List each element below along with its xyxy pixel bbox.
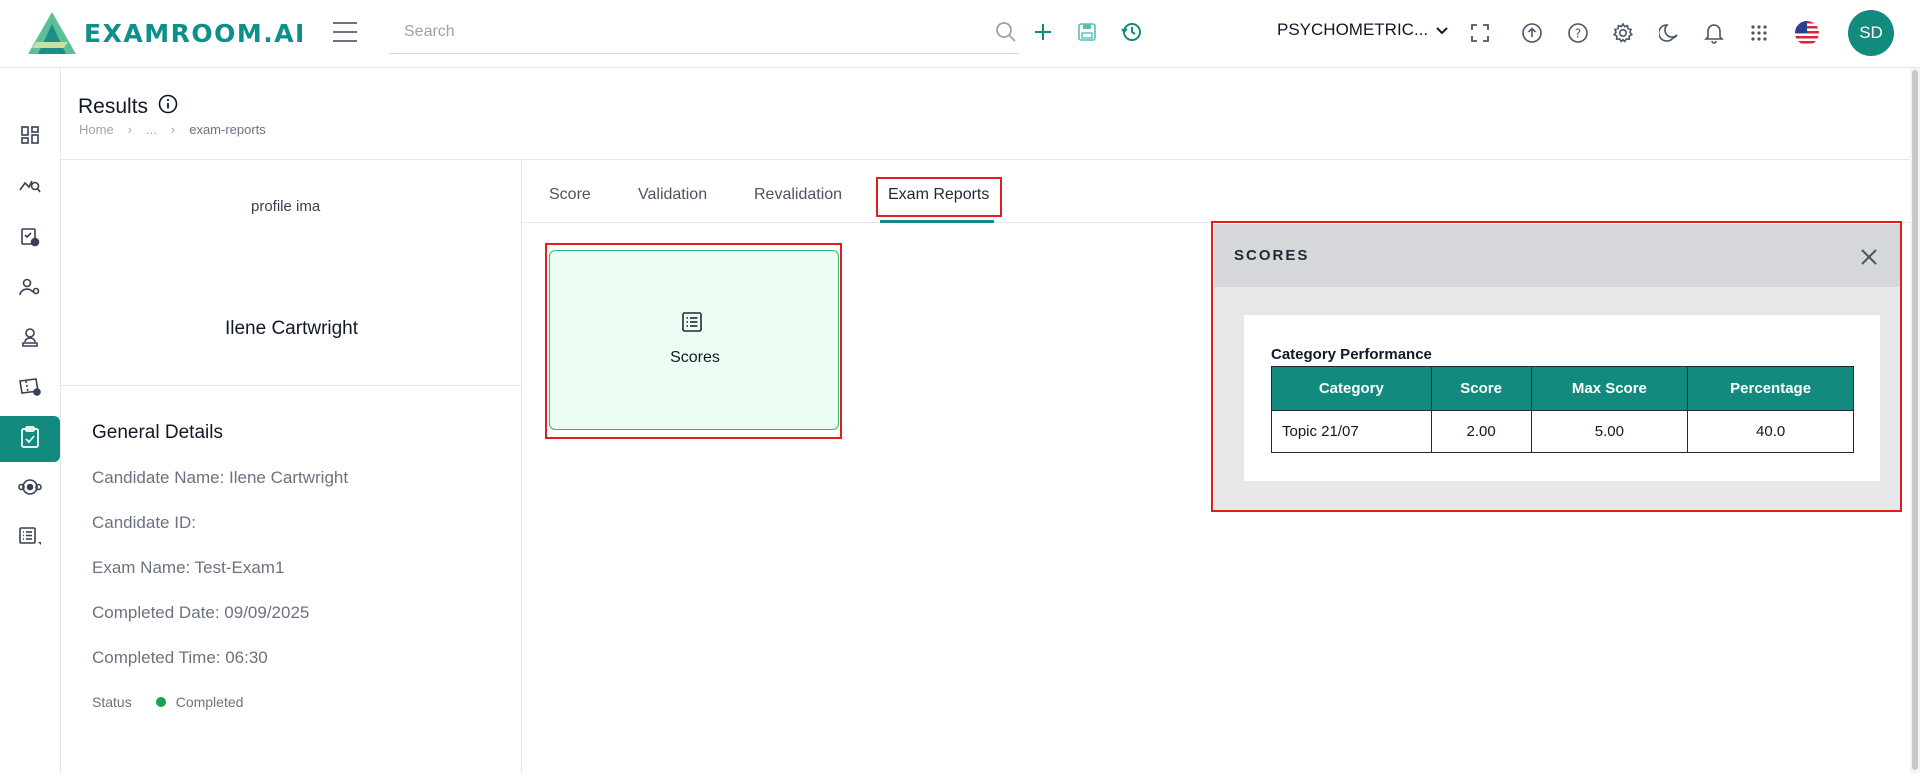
general-details-title: General Details bbox=[92, 422, 223, 443]
breadcrumb-home[interactable]: Home bbox=[79, 122, 114, 137]
breadcrumb-ellipsis[interactable]: ... bbox=[146, 122, 157, 137]
page-title: Results bbox=[78, 94, 178, 120]
search-icon[interactable] bbox=[994, 20, 1018, 44]
us-flag-language-icon[interactable] bbox=[1793, 19, 1821, 47]
tab-score[interactable]: Score bbox=[549, 186, 591, 204]
exam-selector-label: PSYCHOMETRIC... bbox=[1277, 20, 1429, 39]
scores-report-card[interactable]: Scores bbox=[549, 250, 839, 430]
clipboard-check-icon bbox=[20, 425, 40, 453]
help-icon[interactable]: ? bbox=[1566, 21, 1590, 45]
cell-category: Topic 21/07 bbox=[1271, 410, 1432, 453]
detail-candidate-id: Candidate ID: bbox=[92, 513, 196, 532]
active-tab-indicator bbox=[880, 220, 994, 223]
sidebar-item-results[interactable] bbox=[0, 416, 60, 462]
breadcrumb-current: exam-reports bbox=[189, 122, 266, 137]
logo-mark-icon bbox=[26, 10, 78, 56]
candidate-name: Ilene Cartwright bbox=[224, 318, 359, 339]
person-badge-icon bbox=[20, 327, 40, 352]
list-menu-icon bbox=[18, 526, 42, 553]
sidebar-item-reports-list[interactable] bbox=[0, 516, 60, 562]
sidebar-item-schedule[interactable] bbox=[0, 216, 60, 262]
settings-gear-icon[interactable] bbox=[1611, 21, 1635, 45]
tab-revalidation[interactable]: Revalidation bbox=[754, 186, 842, 204]
scores-card-label: Scores bbox=[670, 349, 720, 366]
search-bar bbox=[390, 14, 1018, 54]
sidebar-item-analytics[interactable] bbox=[0, 164, 60, 210]
status-badge: Completed bbox=[175, 694, 244, 710]
page-title-text: Results bbox=[78, 95, 149, 118]
menu-toggle-button[interactable] bbox=[333, 22, 357, 42]
detail-completed-date: Completed Date: 09/09/2025 bbox=[92, 603, 310, 622]
scores-modal-header: SCORES bbox=[1214, 224, 1900, 287]
fullscreen-icon[interactable] bbox=[1469, 22, 1491, 44]
cell-max-score: 5.00 bbox=[1530, 410, 1689, 453]
column-header-score: Score bbox=[1430, 366, 1532, 411]
divider bbox=[61, 385, 522, 386]
examroom-logo[interactable]: EXAMROOM.AI bbox=[26, 10, 306, 56]
apps-grid-icon[interactable] bbox=[1747, 21, 1771, 45]
close-icon[interactable] bbox=[1858, 246, 1880, 268]
tab-validation[interactable]: Validation bbox=[638, 186, 707, 204]
eye-reels-icon bbox=[18, 477, 42, 502]
analytics-chart-search-icon bbox=[19, 175, 41, 200]
sidebar-item-proctoring[interactable] bbox=[0, 466, 60, 512]
sidebar-item-dashboard[interactable] bbox=[0, 114, 60, 160]
column-header-max-score: Max Score bbox=[1530, 366, 1689, 411]
history-icon[interactable] bbox=[1120, 20, 1144, 44]
status-dot-icon bbox=[155, 697, 166, 707]
chevron-down-icon bbox=[1436, 20, 1448, 40]
sidebar-item-vouchers[interactable] bbox=[0, 366, 60, 412]
category-performance-title: Category Performance bbox=[1271, 346, 1432, 363]
category-performance-table: Category Score Max Score Percentage Topi… bbox=[1271, 366, 1854, 453]
sidebar-item-candidates[interactable] bbox=[0, 316, 60, 362]
column-header-percentage: Percentage bbox=[1687, 366, 1854, 411]
page-header: Results Home › ... › exam-reports bbox=[61, 68, 1920, 160]
search-input[interactable] bbox=[390, 14, 950, 50]
profile-image: profile ima bbox=[251, 198, 321, 215]
user-avatar[interactable]: SD bbox=[1848, 10, 1894, 56]
user-gear-icon bbox=[19, 277, 41, 302]
table-header-row: Category Score Max Score Percentage bbox=[1271, 366, 1854, 411]
dark-mode-moon-icon[interactable] bbox=[1657, 21, 1681, 45]
detail-candidate-name: Candidate Name: Ilene Cartwright bbox=[92, 468, 349, 487]
scores-modal-title: SCORES bbox=[1234, 247, 1310, 264]
detail-completed-time: Completed Time: 06:30 bbox=[92, 648, 268, 667]
breadcrumb-separator-icon: › bbox=[127, 122, 133, 137]
cell-score: 2.00 bbox=[1430, 410, 1532, 453]
checklist-clock-icon bbox=[20, 227, 40, 252]
add-icon[interactable] bbox=[1031, 20, 1055, 44]
page-scrollbar[interactable] bbox=[1910, 68, 1920, 774]
sidebar-nav bbox=[0, 68, 61, 774]
exam-selector-dropdown[interactable]: PSYCHOMETRIC... bbox=[1277, 20, 1448, 40]
candidate-panel: profile ima Ilene Cartwright General Det… bbox=[61, 160, 522, 774]
breadcrumb: Home › ... › exam-reports bbox=[79, 122, 266, 137]
dashboard-icon bbox=[20, 125, 40, 150]
info-icon[interactable] bbox=[158, 94, 178, 120]
top-header: EXAMROOM.AI PSYCHOMETRIC... ? bbox=[0, 0, 1920, 68]
sidebar-item-user-settings[interactable] bbox=[0, 266, 60, 312]
scrollbar-thumb[interactable] bbox=[1912, 70, 1918, 770]
svg-text:?: ? bbox=[1575, 27, 1581, 41]
logo-text: EXAMROOM.AI bbox=[84, 18, 306, 48]
breadcrumb-separator-icon: › bbox=[170, 122, 176, 137]
scores-modal: SCORES Category Performance Category Sco… bbox=[1214, 224, 1900, 510]
ticket-gear-icon bbox=[18, 377, 42, 402]
cell-percentage: 40.0 bbox=[1687, 410, 1854, 453]
column-header-category: Category bbox=[1271, 366, 1432, 411]
upload-icon[interactable] bbox=[1520, 21, 1544, 45]
scores-modal-body: Category Performance Category Score Max … bbox=[1244, 315, 1880, 481]
status-row: Status Completed bbox=[92, 694, 243, 710]
result-tabs: Score Validation Revalidation Exam Repor… bbox=[522, 160, 1920, 223]
status-label: Status bbox=[92, 694, 132, 710]
notifications-bell-icon[interactable] bbox=[1702, 21, 1726, 45]
table-row: Topic 21/07 2.00 5.00 40.0 bbox=[1271, 410, 1854, 453]
save-icon[interactable] bbox=[1075, 20, 1099, 44]
tab-exam-reports[interactable]: Exam Reports bbox=[888, 186, 989, 204]
list-icon bbox=[681, 311, 703, 338]
detail-exam-name: Exam Name: Test-Exam1 bbox=[92, 558, 285, 577]
